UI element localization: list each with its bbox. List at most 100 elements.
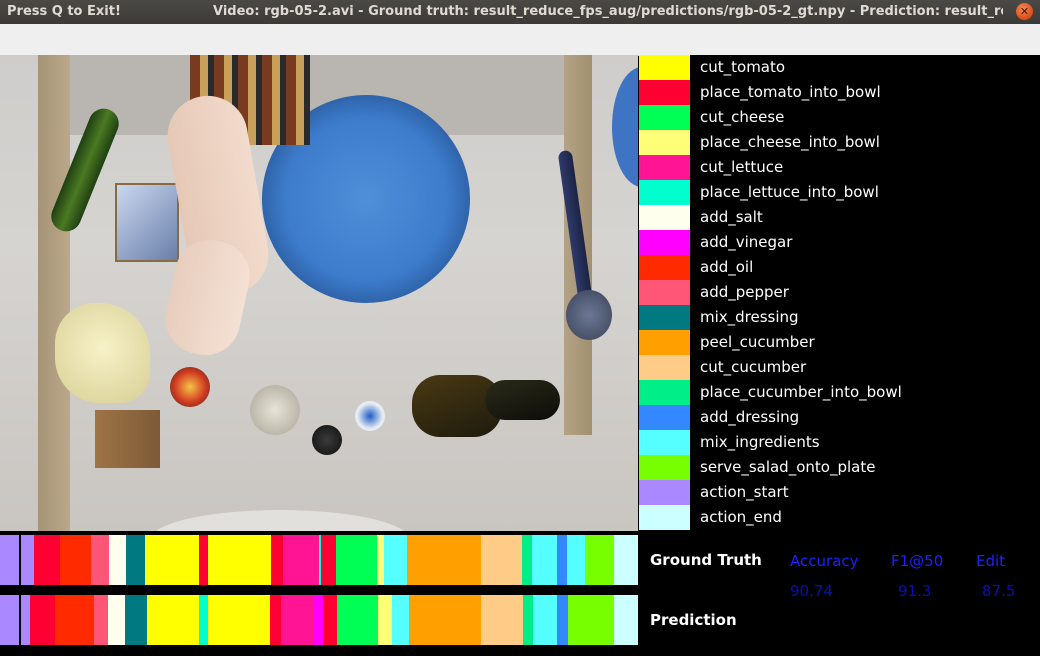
legend-item: place_cucumber_into_bowl bbox=[639, 380, 1040, 405]
video-frame bbox=[0, 55, 638, 531]
legend-swatch bbox=[639, 280, 690, 305]
segment bbox=[585, 535, 614, 585]
legend-swatch bbox=[639, 505, 690, 530]
legend-label: place_cheese_into_bowl bbox=[700, 133, 880, 151]
toolbar-strip bbox=[0, 24, 1040, 56]
legend-label: place_cucumber_into_bowl bbox=[700, 383, 902, 401]
legend-label: place_lettuce_into_bowl bbox=[700, 183, 879, 201]
legend-label: place_tomato_into_bowl bbox=[700, 83, 881, 101]
ladle bbox=[566, 290, 612, 340]
action-legend: cut_tomato place_tomato_into_bowl cut_chee… bbox=[639, 55, 1040, 531]
segment bbox=[126, 535, 145, 585]
segment bbox=[384, 535, 407, 585]
segment bbox=[145, 535, 199, 585]
prediction-label: Prediction bbox=[650, 611, 737, 629]
segment bbox=[568, 595, 614, 645]
glass bbox=[250, 385, 300, 435]
segment bbox=[523, 595, 533, 645]
legend-label: add_salt bbox=[700, 208, 763, 226]
segment bbox=[55, 595, 94, 645]
seasoning-packet bbox=[115, 183, 179, 262]
segment bbox=[208, 595, 270, 645]
legend-swatch bbox=[639, 205, 690, 230]
legend-label: peel_cucumber bbox=[700, 333, 815, 351]
segment bbox=[336, 535, 377, 585]
legend-swatch bbox=[639, 180, 690, 205]
f1-value: 91.3 bbox=[898, 582, 932, 600]
legend-swatch bbox=[639, 155, 690, 180]
legend-label: add_oil bbox=[700, 258, 754, 276]
vinegar-bottle bbox=[485, 380, 560, 420]
wood-board-left bbox=[38, 55, 70, 531]
legend-item: add_salt bbox=[639, 205, 1040, 230]
segment bbox=[557, 595, 568, 645]
plate bbox=[150, 510, 410, 531]
segment bbox=[481, 595, 523, 645]
edit-value: 87.5 bbox=[982, 582, 1016, 600]
legend-swatch bbox=[639, 80, 690, 105]
segment bbox=[60, 535, 91, 585]
legend-item: place_cheese_into_bowl bbox=[639, 130, 1040, 155]
title-bar: Press Q to Exit! Video: rgb-05-2.avi - G… bbox=[0, 0, 1040, 24]
legend-swatch bbox=[639, 55, 690, 80]
segment bbox=[30, 595, 55, 645]
lettuce bbox=[55, 303, 150, 403]
legend-swatch bbox=[639, 230, 690, 255]
legend-swatch bbox=[639, 305, 690, 330]
legend-label: add_vinegar bbox=[700, 233, 793, 251]
segment bbox=[557, 535, 567, 585]
legend-item: add_pepper bbox=[639, 280, 1040, 305]
segment bbox=[109, 535, 126, 585]
knife-block bbox=[95, 410, 160, 468]
segment bbox=[481, 535, 522, 585]
legend-label: cut_cucumber bbox=[700, 358, 807, 376]
legend-label: mix_dressing bbox=[700, 308, 799, 326]
legend-item: cut_lettuce bbox=[639, 155, 1040, 180]
f1-header: F1@50 bbox=[891, 552, 944, 570]
segment bbox=[208, 535, 271, 585]
segment bbox=[533, 595, 557, 645]
legend-label: serve_salad_onto_plate bbox=[700, 458, 876, 476]
close-button[interactable]: ✕ bbox=[1016, 3, 1033, 20]
segment bbox=[567, 535, 585, 585]
legend-label: action_start bbox=[700, 483, 789, 501]
exit-hint: Press Q to Exit! bbox=[7, 4, 121, 19]
segment bbox=[0, 535, 34, 585]
legend-label: add_pepper bbox=[700, 283, 789, 301]
segment bbox=[0, 595, 30, 645]
segment bbox=[108, 595, 125, 645]
window-title: Video: rgb-05-2.avi - Ground truth: resu… bbox=[213, 4, 1003, 19]
segment bbox=[270, 595, 281, 645]
segment bbox=[199, 535, 208, 585]
pepper-shaker bbox=[312, 425, 342, 455]
segment bbox=[378, 595, 392, 645]
segment bbox=[91, 535, 109, 585]
legend-swatch bbox=[639, 255, 690, 280]
segment bbox=[614, 595, 638, 645]
legend-item: cut_cheese bbox=[639, 105, 1040, 130]
salt-shaker bbox=[355, 401, 385, 431]
prediction-bar bbox=[0, 595, 638, 645]
legend-swatch bbox=[639, 480, 690, 505]
legend-label: mix_ingredients bbox=[700, 433, 820, 451]
segment bbox=[321, 535, 336, 585]
close-icon[interactable]: ✕ bbox=[1020, 5, 1029, 18]
accuracy-header: Accuracy bbox=[790, 552, 859, 570]
legend-item: peel_cucumber bbox=[639, 330, 1040, 355]
segment bbox=[407, 535, 481, 585]
segment bbox=[337, 595, 378, 645]
segment bbox=[125, 595, 147, 645]
legend-swatch bbox=[639, 405, 690, 430]
segment bbox=[532, 535, 557, 585]
legend-item: add_oil bbox=[639, 255, 1040, 280]
segment bbox=[34, 535, 60, 585]
legend-item: action_end bbox=[639, 505, 1040, 530]
segment bbox=[314, 595, 323, 645]
legend-label: action_end bbox=[700, 508, 782, 526]
legend-item: serve_salad_onto_plate bbox=[639, 455, 1040, 480]
playhead-cursor bbox=[19, 595, 21, 645]
legend-label: add_dressing bbox=[700, 408, 800, 426]
segment bbox=[614, 535, 638, 585]
legend-swatch bbox=[639, 130, 690, 155]
spice-jar bbox=[170, 367, 210, 407]
